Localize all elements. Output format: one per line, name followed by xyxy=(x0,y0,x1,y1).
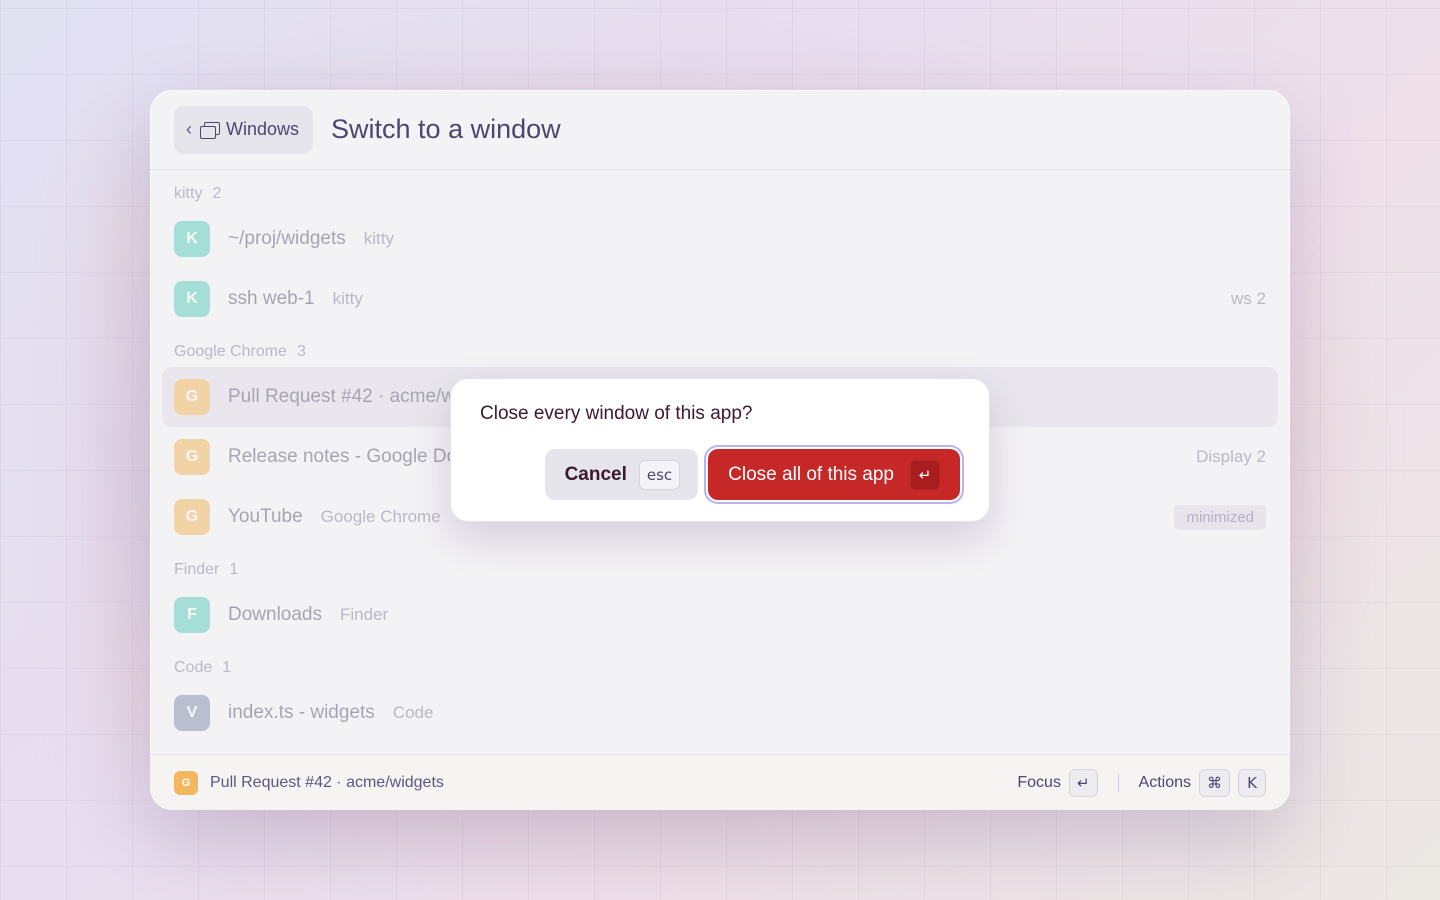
window-meta: Display 2 xyxy=(1196,447,1266,466)
app-avatar: F xyxy=(174,597,210,633)
group-name: Finder xyxy=(174,561,220,578)
group-header: kitty 2 xyxy=(150,171,1290,209)
app-avatar: G xyxy=(174,499,210,535)
window-meta: ws 2 xyxy=(1231,289,1266,308)
app-avatar: G xyxy=(174,439,210,475)
app-avatar: G xyxy=(174,379,210,415)
action-bar: G Pull Request #42 · acme/widgets Focus … xyxy=(150,754,1290,810)
window-app: Google Chrome xyxy=(320,507,441,526)
dialog-title: Close every window of this app? xyxy=(480,403,753,424)
footer-actions: Focus ↵ Actions ⌘ K xyxy=(1017,768,1266,797)
selected-app-avatar: G xyxy=(174,770,198,795)
group-count: 1 xyxy=(229,561,239,578)
enter-key-icon: ↵ xyxy=(1068,768,1098,797)
app-avatar: V xyxy=(174,695,210,731)
panel-header: ‹ Windows Switch to a window xyxy=(150,90,1290,170)
window-title: YouTube xyxy=(228,506,303,527)
window-title: ~/proj/widgets xyxy=(228,228,346,249)
dialog-actions: Cancel esc Close all of this app ↵ xyxy=(544,449,960,500)
selected-window-title: Pull Request #42 · acme/widgets xyxy=(210,773,444,791)
window-app: kitty xyxy=(363,229,394,248)
list-item[interactable]: F Downloads Finder xyxy=(150,585,1290,645)
window-title: ssh web-1 xyxy=(228,288,315,309)
confirm-dialog: Close every window of this app? Cancel e… xyxy=(450,378,990,522)
divider xyxy=(1117,773,1119,792)
group-name: Code xyxy=(174,659,213,676)
enter-key-icon: ↵ xyxy=(910,459,940,490)
group-header: Google Chrome 3 xyxy=(150,329,1290,367)
window-app: kitty xyxy=(332,289,363,308)
close-all-button[interactable]: Close all of this app ↵ xyxy=(708,449,960,500)
group-count: 2 xyxy=(212,185,222,202)
app-avatar: K xyxy=(174,221,210,257)
cancel-button[interactable]: Cancel esc xyxy=(544,449,699,500)
group-name: Google Chrome xyxy=(174,343,287,360)
command-key-icon: ⌘ xyxy=(1199,768,1230,797)
window-title: Release notes - Google Docs xyxy=(228,446,477,467)
chevron-left-icon: ‹ xyxy=(186,119,192,139)
list-item[interactable]: K ssh web-1 kitty ws 2 xyxy=(150,269,1290,329)
status-badge: minimized xyxy=(1174,504,1266,530)
actions-button[interactable]: Actions xyxy=(1139,774,1191,792)
k-key: K xyxy=(1238,768,1266,797)
windows-icon xyxy=(200,121,220,139)
group-header: Code 1 xyxy=(150,645,1290,683)
back-button-label: Windows xyxy=(226,119,300,139)
focus-action[interactable]: Focus xyxy=(1017,774,1061,792)
app-avatar: K xyxy=(174,281,210,317)
cancel-button-label: Cancel xyxy=(564,463,627,485)
group-count: 3 xyxy=(296,343,306,360)
window-app: Finder xyxy=(340,605,389,624)
window-app: Code xyxy=(392,703,434,722)
group-count: 1 xyxy=(222,659,232,676)
window-title: Downloads xyxy=(228,604,322,625)
page-title: Switch to a window xyxy=(331,114,561,144)
back-button[interactable]: ‹ Windows xyxy=(174,105,314,154)
esc-key: esc xyxy=(638,459,681,490)
list-item[interactable]: K ~/proj/widgets kitty xyxy=(150,209,1290,269)
list-item[interactable]: V index.ts - widgets Code xyxy=(150,683,1290,743)
group-name: kitty xyxy=(174,185,203,202)
group-header: Finder 1 xyxy=(150,547,1290,585)
window-title: index.ts - widgets xyxy=(228,702,375,723)
close-all-button-label: Close all of this app xyxy=(728,463,894,485)
